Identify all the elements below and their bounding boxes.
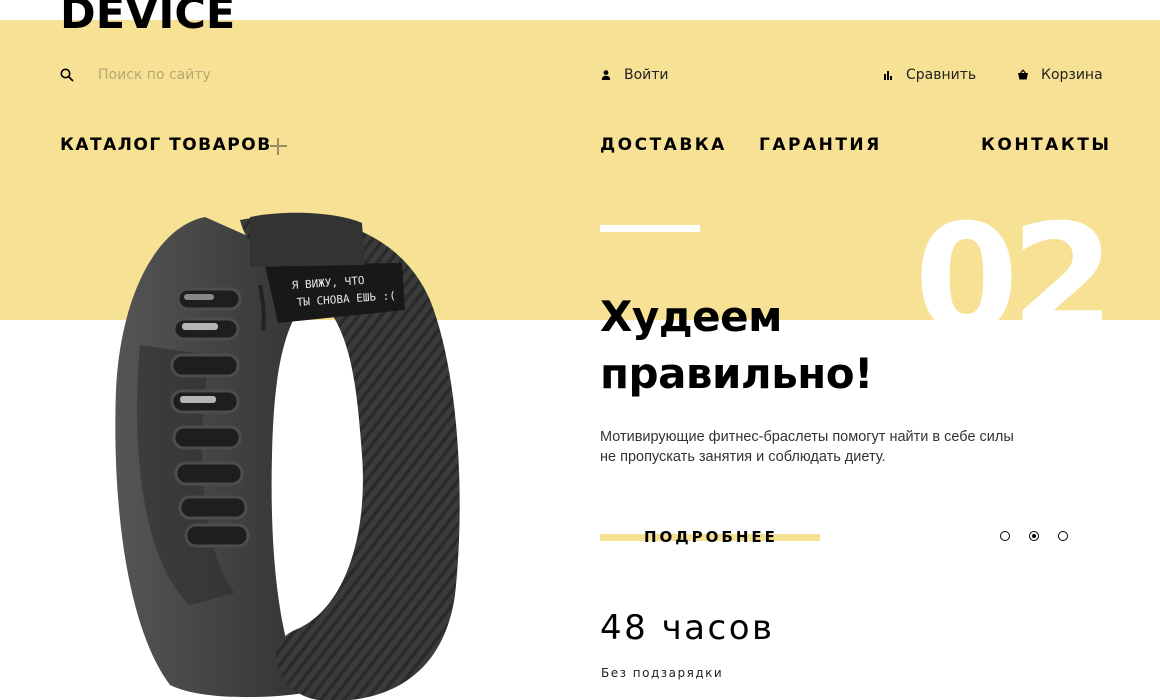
site-logo[interactable]: DEVICE bbox=[60, 0, 235, 36]
nav-catalog[interactable]: КАТАЛОГ ТОВАРОВ bbox=[60, 133, 272, 157]
more-button-label: ПОДРОБНЕЕ bbox=[644, 528, 778, 546]
slide-description-line1: Мотивирующие фитнес-браслеты помогут най… bbox=[600, 429, 1014, 445]
cart-link[interactable]: Корзина bbox=[1017, 63, 1103, 87]
search-input[interactable] bbox=[98, 67, 378, 83]
product-image-fitness-bracelet: Я ВИЖУ, ЧТО ТЫ СНОВА ЕШЬ :( bbox=[100, 205, 480, 700]
battery-life-label: Без подзарядки bbox=[601, 666, 724, 680]
compare-label: Сравнить bbox=[906, 67, 977, 83]
slide-description-line2: не пропускать занятия и соблюдать диету. bbox=[600, 449, 886, 465]
more-button[interactable]: ПОДРОБНЕЕ bbox=[600, 522, 820, 552]
slide-title: Худеем правильно! bbox=[600, 288, 1000, 402]
slide-title-line1: Худеем bbox=[600, 292, 782, 341]
plus-icon[interactable] bbox=[270, 138, 287, 155]
battery-life-value: 48 часов bbox=[600, 608, 775, 648]
compare-chart-icon bbox=[882, 69, 894, 81]
slide-accent-line bbox=[600, 225, 700, 232]
user-icon bbox=[600, 69, 612, 81]
compare-link[interactable]: Сравнить bbox=[882, 63, 976, 87]
slide-title-line2: правильно! bbox=[600, 349, 873, 398]
cart-label: Корзина bbox=[1041, 67, 1103, 83]
nav-warranty[interactable]: ГАРАНТИЯ bbox=[759, 133, 882, 157]
login-link[interactable]: Войти bbox=[600, 63, 669, 87]
basket-icon bbox=[1017, 69, 1029, 81]
slider-dot-2[interactable] bbox=[1029, 531, 1039, 541]
slider-dot-3[interactable] bbox=[1058, 531, 1068, 541]
slide-description: Мотивирующие фитнес-браслеты помогут най… bbox=[600, 427, 1050, 467]
search-bar[interactable] bbox=[60, 63, 390, 87]
search-icon[interactable] bbox=[60, 68, 74, 82]
nav-delivery[interactable]: ДОСТАВКА bbox=[600, 133, 727, 157]
slider-dot-1[interactable] bbox=[1000, 531, 1010, 541]
login-label: Войти bbox=[624, 67, 669, 83]
slider-pagination bbox=[1000, 531, 1087, 543]
nav-contacts[interactable]: КОНТАКТЫ bbox=[981, 133, 1111, 157]
